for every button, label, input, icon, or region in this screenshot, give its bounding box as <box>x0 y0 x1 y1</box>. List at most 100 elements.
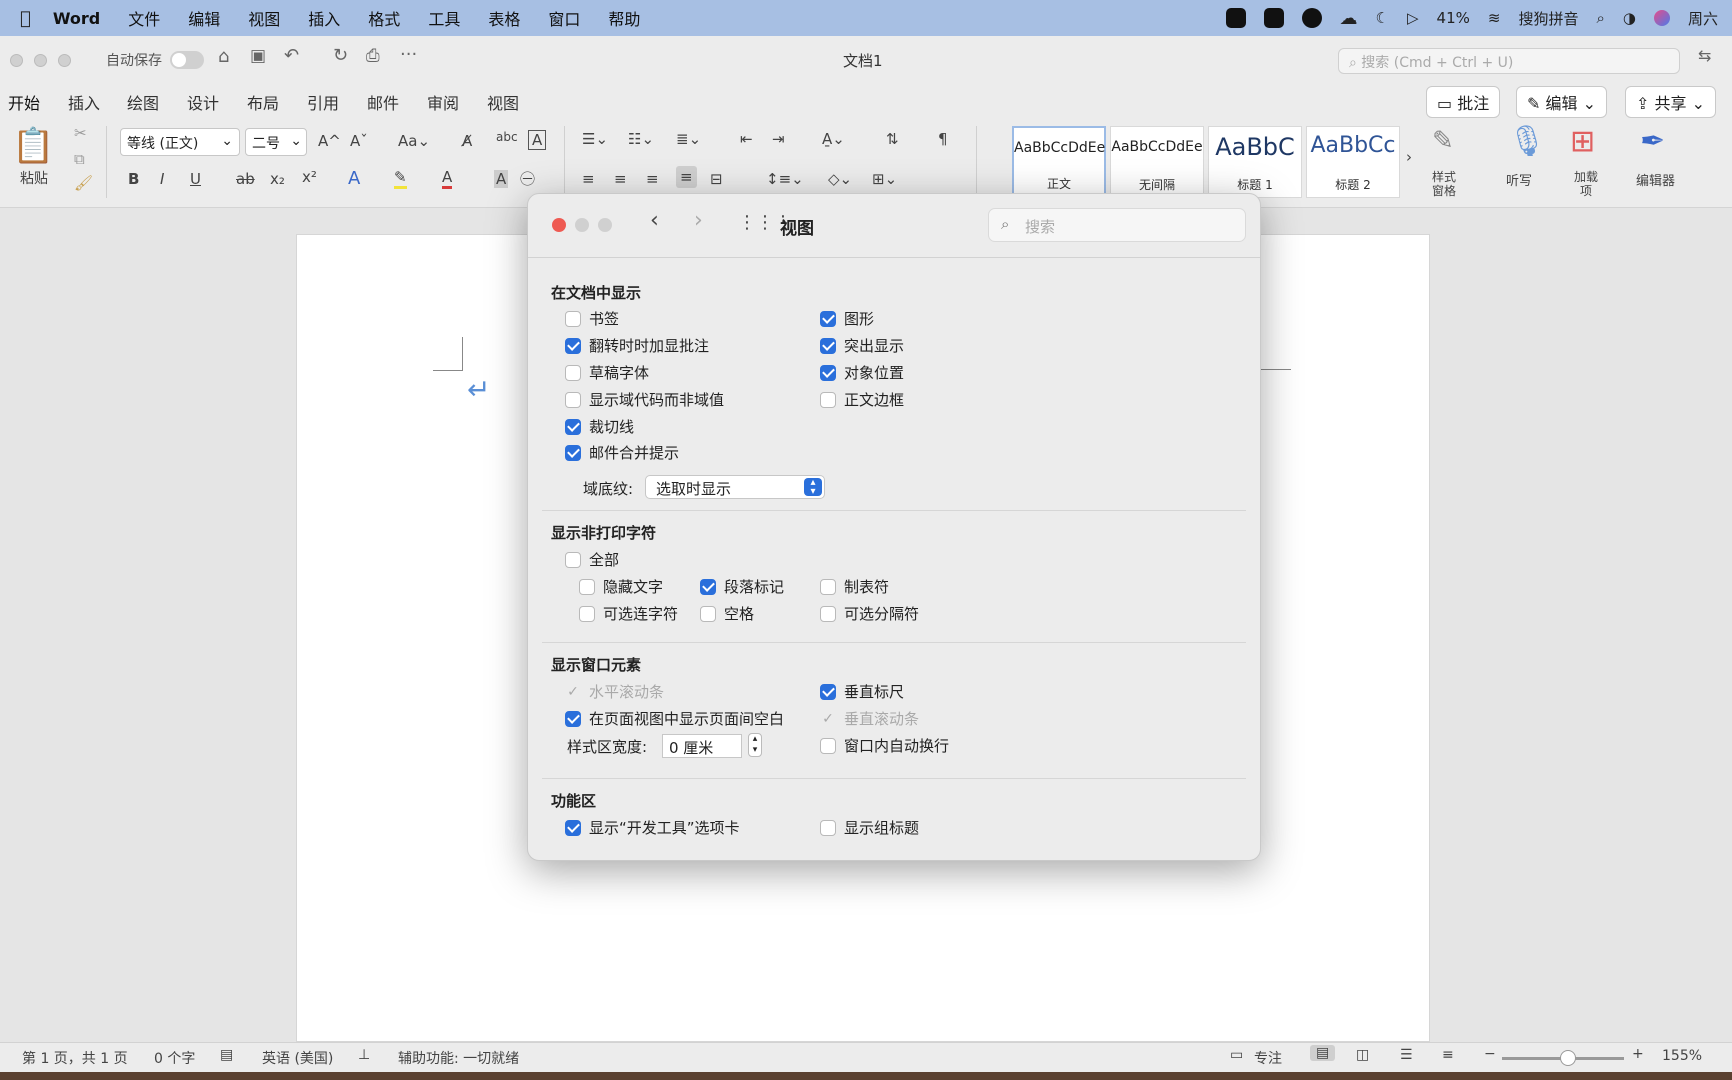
paste-label[interactable]: 粘贴 <box>20 168 48 188</box>
character-shading-icon[interactable]: A <box>494 170 509 188</box>
checkbox-hidden-text[interactable]: 隐藏文字 <box>579 576 663 597</box>
checkbox-text-boundaries[interactable]: 正文边框 <box>820 389 904 410</box>
comments-button[interactable]: ▭ 批注 <box>1426 86 1501 118</box>
checkbox-optional-breaks[interactable]: 可选分隔符 <box>820 603 919 624</box>
checkbox-crop-marks[interactable]: 裁切线 <box>565 416 634 437</box>
checkbox-field-codes[interactable]: 显示域代码而非域值 <box>565 389 724 410</box>
line-spacing-icon[interactable]: ↕≡⌄ <box>766 170 804 188</box>
checkbox-object-anchors[interactable]: 对象位置 <box>820 362 904 383</box>
checkbox-comments-rollover[interactable]: 翻转时时加显批注 <box>565 335 709 356</box>
word-count[interactable]: 0 个字 <box>154 1048 195 1068</box>
checkbox-spaces[interactable]: 空格 <box>700 603 754 624</box>
checkbox-box[interactable] <box>565 337 581 354</box>
web-layout-icon[interactable]: ◫ <box>1356 1047 1369 1063</box>
search-input[interactable]: ⌕ 搜索 (Cmd + Ctrl + U) <box>1338 48 1680 74</box>
focus-label[interactable]: 专注 <box>1254 1048 1282 1068</box>
zoom-slider-thumb[interactable] <box>1560 1050 1576 1066</box>
editor-icon[interactable]: ✒ <box>1640 124 1665 159</box>
menu-edit[interactable]: 编辑 <box>188 6 220 30</box>
font-size-dropdown[interactable]: 二号 ⌄ <box>245 128 307 156</box>
checkbox-wrap-to-window[interactable]: 窗口内自动换行 <box>820 735 949 756</box>
phonetic-guide-icon[interactable]: abc <box>496 130 518 144</box>
save-icon[interactable]: ▣ <box>250 46 266 66</box>
superscript-icon[interactable]: x² <box>302 168 317 186</box>
subscript-icon[interactable]: x₂ <box>270 170 285 188</box>
checkbox-tabs[interactable]: 制表符 <box>820 576 889 597</box>
ime-indicator[interactable]: 搜狗拼音 <box>1518 8 1578 29</box>
menu-table[interactable]: 表格 <box>488 6 520 30</box>
spotlight-search-icon[interactable]: ⌕ <box>1596 9 1604 27</box>
track-changes-icon[interactable]: ⊥ <box>358 1047 370 1063</box>
checkbox-show-developer-tab[interactable]: 显示“开发工具”选项卡 <box>565 817 740 838</box>
tab-review[interactable]: 审阅 <box>427 90 459 114</box>
zoom-slider[interactable] <box>1502 1050 1624 1066</box>
autosave-toggle[interactable] <box>170 51 204 69</box>
zoom-level[interactable]: 155% <box>1662 1048 1702 1064</box>
undo-icon[interactable]: ↶ <box>284 45 299 66</box>
outline-icon[interactable]: ☰ <box>1400 1047 1413 1063</box>
dialog-search-input[interactable]: ⌕ 搜索 <box>988 208 1246 242</box>
zoom-out-icon[interactable]: − <box>1484 1046 1496 1062</box>
menu-tools[interactable]: 工具 <box>428 6 460 30</box>
font-name-dropdown[interactable]: 等线 (正文) ⌄ <box>120 128 240 156</box>
tab-insert[interactable]: 插入 <box>68 90 100 114</box>
underline-icon[interactable]: U <box>190 170 201 188</box>
share-button[interactable]: ⇪ 共享 ⌄ <box>1625 86 1717 118</box>
align-right-icon[interactable]: ≡ <box>646 170 659 188</box>
checkbox-box[interactable] <box>565 364 581 381</box>
print-icon[interactable]: ⎙ <box>366 46 380 66</box>
grow-font-icon[interactable]: A^ <box>318 132 341 150</box>
editing-button[interactable]: ✎ 编辑 ⌄ <box>1516 86 1608 118</box>
control-center-icon[interactable]: ◑ <box>1623 9 1636 27</box>
cut-icon[interactable]: ✂ <box>74 124 87 142</box>
checkbox-mail-merge[interactable]: 邮件合并提示 <box>565 442 679 463</box>
style-heading-2[interactable]: AaBbCc 标题 2 <box>1306 126 1400 198</box>
draft-icon[interactable]: ≡ <box>1442 1047 1454 1063</box>
apple-icon[interactable]:  <box>20 8 31 29</box>
dialog-zoom-button[interactable] <box>598 218 612 232</box>
styles-pane-icon[interactable]: ✎ <box>1432 126 1454 156</box>
window-minimize-button[interactable] <box>34 54 47 67</box>
editor-label[interactable]: 编辑器 <box>1636 170 1675 189</box>
style-area-width-input[interactable]: 0 厘米 <box>662 734 742 758</box>
bullets-icon[interactable]: ☰⌄ <box>582 130 608 148</box>
checkbox-box[interactable] <box>820 364 836 381</box>
checkbox-box[interactable] <box>565 444 581 461</box>
tab-view[interactable]: 视图 <box>487 90 519 114</box>
collaborate-icon[interactable]: ⇆ <box>1698 46 1711 65</box>
menu-help[interactable]: 帮助 <box>608 6 640 30</box>
multilevel-list-icon[interactable]: ≣⌄ <box>676 130 701 148</box>
tab-layout[interactable]: 布局 <box>247 90 279 114</box>
moon-icon[interactable]: ☾ <box>1376 9 1389 27</box>
justify-icon[interactable]: ≡ <box>676 166 697 188</box>
more-icon[interactable]: ··· <box>400 44 417 65</box>
tab-mailings[interactable]: 邮件 <box>367 90 399 114</box>
tab-home[interactable]: 开始 <box>8 90 41 122</box>
proofing-icon[interactable]: ▤ <box>220 1047 233 1063</box>
change-case-icon[interactable]: Aa⌄ <box>398 132 430 150</box>
checkbox-draft-font[interactable]: 草稿字体 <box>565 362 649 383</box>
forward-chevron-icon[interactable]: › <box>694 208 703 233</box>
back-chevron-icon[interactable]: ‹ <box>650 208 659 233</box>
home-icon[interactable]: ⌂ <box>218 46 229 67</box>
checkbox-box[interactable] <box>820 737 836 754</box>
font-color-icon[interactable]: A <box>442 168 453 189</box>
checkbox-box[interactable] <box>579 605 595 622</box>
highlight-icon[interactable]: ✎ <box>394 168 407 189</box>
enclose-characters-icon[interactable]: ㊀ <box>520 168 535 189</box>
checkbox-box[interactable] <box>700 605 716 622</box>
paste-icon[interactable]: 📋 <box>12 126 54 166</box>
menu-format[interactable]: 格式 <box>368 6 400 30</box>
menu-view[interactable]: 视图 <box>248 6 280 30</box>
dialog-close-button[interactable] <box>552 218 566 232</box>
style-normal[interactable]: AaBbCcDdEe 正文 <box>1012 126 1106 198</box>
window-close-button[interactable] <box>10 54 23 67</box>
checkbox-bookmarks[interactable]: 书签 <box>565 308 619 329</box>
checkbox-box[interactable] <box>579 578 595 595</box>
checkbox-box[interactable] <box>820 310 836 327</box>
show-formatting-icon[interactable]: ¶ <box>938 130 948 148</box>
field-shading-select[interactable]: 选取时显示 ▴ ▾ <box>645 475 825 499</box>
accessibility-status[interactable]: 辅助功能: 一切就绪 <box>398 1048 519 1068</box>
style-heading-1[interactable]: AaBbC 标题 1 <box>1208 126 1302 198</box>
format-painter-icon[interactable]: 🖌 <box>74 174 93 192</box>
